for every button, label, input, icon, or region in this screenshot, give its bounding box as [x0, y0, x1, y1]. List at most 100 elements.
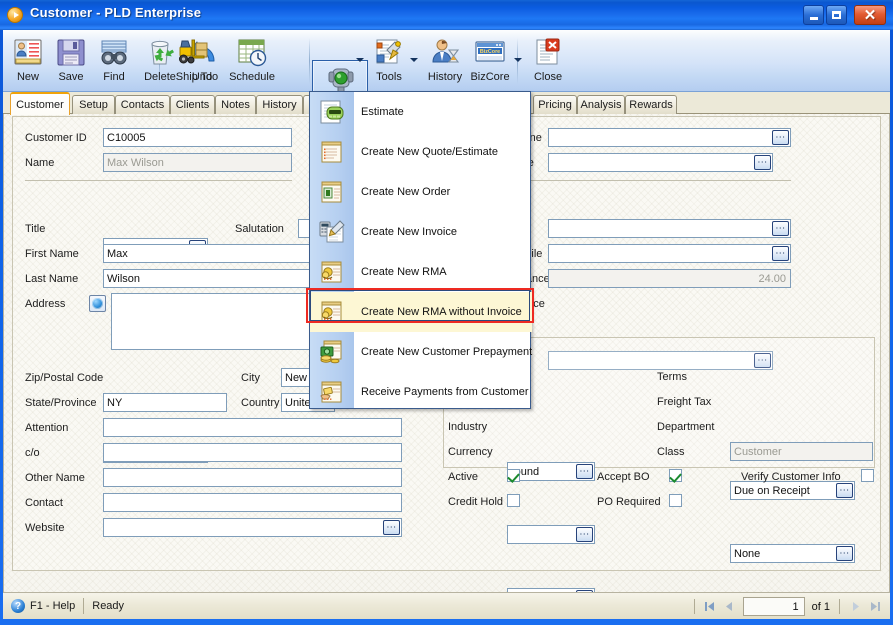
type-lookup-button[interactable]: ⋯ [754, 155, 771, 170]
name-input[interactable]: Max Wilson [103, 153, 292, 172]
ship-via-input[interactable]: round ⋯ [507, 462, 595, 481]
fax-input[interactable]: ⋯ [548, 219, 791, 238]
toolbar-button-schedule[interactable]: Schedule [222, 32, 282, 90]
terms-value: Due on Receipt [734, 484, 810, 497]
toolbar-label: Tools [376, 71, 402, 83]
terms-lookup-button[interactable]: ⋯ [836, 483, 853, 498]
fax-lookup-button[interactable]: ⋯ [772, 221, 789, 236]
menu-item-create-new-quote-estimate[interactable]: Create New Quote/Estimate [310, 132, 532, 172]
contact-input[interactable] [103, 493, 402, 512]
type-input[interactable]: ⋯ [548, 153, 773, 172]
tax-code-lookup-button[interactable]: ⋯ [576, 527, 593, 542]
first-name-value: Max [107, 247, 128, 260]
menu-item-create-new-invoice[interactable]: Create New Invoice [310, 212, 532, 252]
credit-hold-checkbox[interactable] [507, 494, 520, 507]
mobile-lookup-button[interactable]: ⋯ [772, 246, 789, 261]
active-checkbox[interactable] [507, 469, 520, 482]
other-name-input[interactable] [103, 468, 402, 487]
customer-id-label: Customer ID [25, 132, 87, 144]
freight-tax-lookup-button[interactable]: ⋯ [836, 546, 853, 561]
menu-item-estimate[interactable]: Estimate [310, 92, 532, 132]
menu-item-create-new-rma-without-invoice[interactable]: Create New RMA without Invoice [310, 292, 532, 332]
toolbar-button-new[interactable]: New [9, 32, 47, 90]
po-required-checkbox[interactable] [669, 494, 682, 507]
toolbar-button-bizcore[interactable]: BizCore BizCore [467, 32, 513, 90]
menu-item-create-new-rma[interactable]: Create New RMA [310, 252, 532, 292]
toolbar-label: Save [58, 71, 84, 83]
state-input[interactable]: NY [103, 393, 227, 412]
last-record-icon[interactable] [865, 597, 885, 616]
maximize-button[interactable] [826, 5, 847, 25]
menu-item-create-new-customer-prepayment[interactable]: Create New Customer Prepayment [310, 332, 532, 372]
nav-separator [839, 599, 840, 614]
co-input[interactable] [103, 443, 402, 462]
state-label: State/Province [25, 397, 97, 409]
tab-analysis[interactable]: Analysis [577, 95, 625, 114]
tab-pricing[interactable]: Pricing [533, 95, 577, 114]
toolbar-button-history[interactable]: History [423, 32, 467, 90]
nav-separator [693, 599, 695, 614]
phone-lookup-button[interactable]: ⋯ [772, 130, 789, 145]
initiate-dropdown-arrow[interactable] [355, 54, 366, 66]
tab-setup[interactable]: Setup [72, 95, 115, 114]
freight-tax-input[interactable]: None ⋯ [730, 544, 855, 563]
tab-label: Clients [175, 99, 210, 111]
website-input[interactable]: ⋯ [103, 518, 402, 537]
co-label: c/o [25, 447, 40, 459]
close-window-button[interactable]: ✕ [854, 5, 886, 25]
toolbar-button-tools[interactable]: Tools [369, 32, 409, 90]
last-name-label: Last Name [25, 273, 79, 285]
tab-notes[interactable]: Notes [215, 95, 256, 114]
floppy-disk-icon [55, 34, 87, 70]
page-of-label: of 1 [811, 600, 830, 613]
globe-icon[interactable] [89, 295, 106, 312]
invoice-icon [310, 212, 354, 252]
tab-contacts[interactable]: Contacts [115, 95, 170, 114]
toolbar-separator [309, 38, 310, 84]
tools-dropdown-arrow[interactable] [409, 54, 420, 66]
status-separator [83, 598, 85, 614]
phone-input[interactable]: ⋯ [548, 128, 791, 147]
ship-via-value: round [511, 465, 540, 478]
tab-rewards[interactable]: Rewards [625, 95, 677, 114]
first-name-input[interactable]: Max [103, 244, 335, 263]
help-label[interactable]: F1 - Help [30, 600, 75, 612]
tab-history[interactable]: History [256, 95, 303, 114]
next-record-icon[interactable] [845, 597, 865, 616]
first-record-icon[interactable] [700, 597, 720, 616]
tax-code-input[interactable]: ⋯ [507, 525, 595, 544]
rma-noinvoice-icon [310, 292, 354, 332]
page-number-input[interactable]: 1 [742, 597, 805, 616]
toolbar-button-save[interactable]: Save [51, 32, 91, 90]
toolbar-button-close[interactable]: Close [527, 32, 569, 90]
menu-item-receive-payments-from-customer[interactable]: Receive Payments from Customer [310, 372, 532, 412]
customer-id-input[interactable]: C10005 [103, 128, 292, 147]
minimize-button[interactable] [803, 5, 824, 25]
last-name-input[interactable]: Wilson [103, 269, 335, 288]
last-name-value: Wilson [107, 272, 141, 285]
mobile-input[interactable]: ⋯ [548, 244, 791, 263]
menu-item-label: Create New Customer Prepayment [361, 346, 533, 358]
address-label: Address [25, 298, 66, 310]
attention-input[interactable] [103, 418, 402, 437]
verify-customer-info-checkbox[interactable] [861, 469, 874, 482]
contact-label: Contact [25, 497, 63, 509]
ship-via-lookup-button[interactable]: ⋯ [576, 464, 593, 479]
menu-item-create-new-order[interactable]: Create New Order [310, 172, 532, 212]
terms-label: Terms [657, 371, 687, 383]
previous-record-icon[interactable] [720, 597, 740, 616]
toolbar-button-find[interactable]: Find [95, 32, 133, 90]
freight-tax-label: Freight Tax [657, 396, 712, 408]
toolbar-button-ship-to[interactable]: Ship To [168, 32, 220, 90]
address-input[interactable] [111, 293, 335, 350]
website-lookup-button[interactable]: ⋯ [383, 520, 400, 535]
toolbar-label: Schedule [229, 71, 275, 83]
currency-label: Currency [448, 446, 493, 458]
tab-clients[interactable]: Clients [170, 95, 215, 114]
terms-input[interactable]: Due on Receipt ⋯ [730, 481, 855, 500]
menu-item-label: Estimate [361, 106, 404, 118]
title-bar: Customer - PLD Enterprise ✕ [0, 0, 893, 30]
tab-customer[interactable]: Customer [10, 92, 70, 115]
accept-bo-checkbox[interactable] [669, 469, 682, 482]
bizcore-dropdown-arrow[interactable] [513, 54, 524, 66]
